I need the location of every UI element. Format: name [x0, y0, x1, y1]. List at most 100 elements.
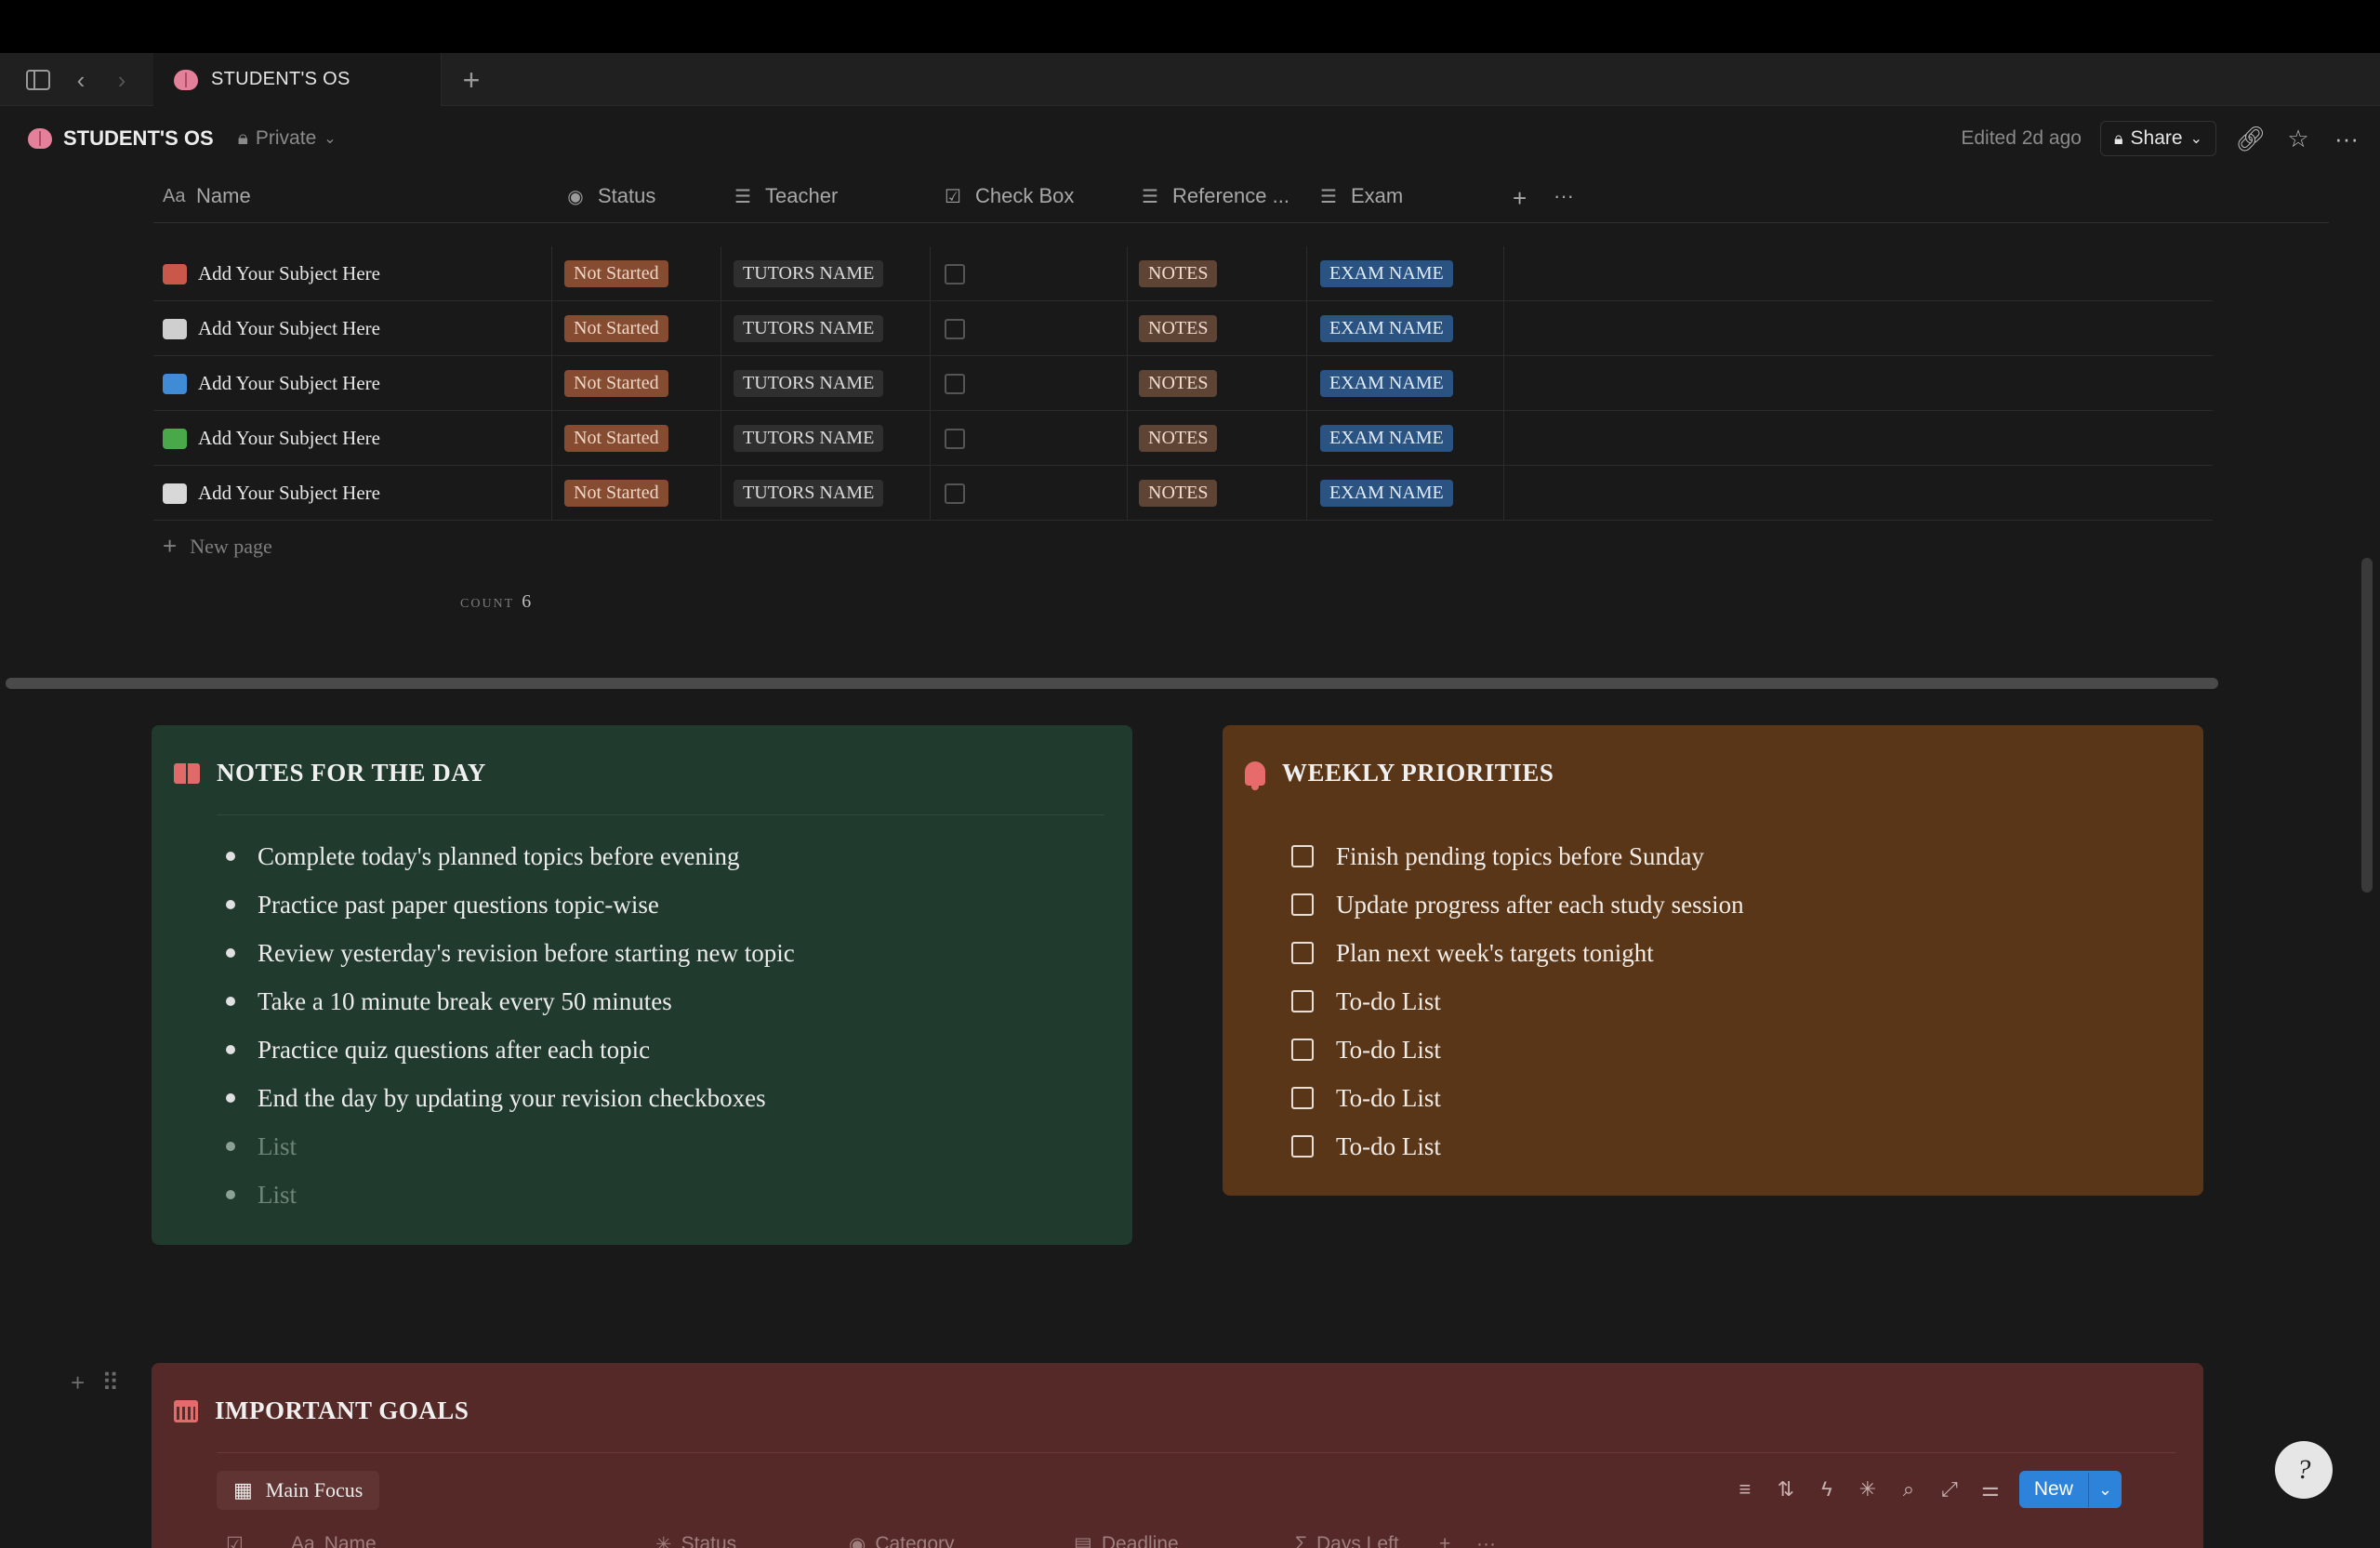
- note-item[interactable]: Take a 10 minute break every 50 minutes: [226, 977, 795, 1025]
- exam-cell[interactable]: EXAM NAME: [1320, 246, 1453, 301]
- chevron-down-icon[interactable]: ⌄: [2087, 1472, 2122, 1507]
- view-tab-main-focus[interactable]: ▦ Main Focus: [217, 1471, 380, 1510]
- status-cell[interactable]: Not Started: [564, 356, 668, 411]
- share-button[interactable]: 🔒︎ Share ⌄: [2099, 121, 2216, 156]
- teacher-cell[interactable]: TUTORS NAME: [734, 356, 884, 411]
- note-item[interactable]: Practice quiz questions after each topic: [226, 1025, 795, 1074]
- row-name-cell[interactable]: Add Your Subject Here: [163, 301, 380, 356]
- todo-item[interactable]: To-do List: [1291, 1122, 1744, 1171]
- search-icon[interactable]: ⌕: [1897, 1477, 1921, 1502]
- row-checkbox[interactable]: [945, 483, 965, 504]
- column-header-status[interactable]: ✳ Status: [655, 1533, 736, 1548]
- column-header-teacher[interactable]: ☰ Teacher: [732, 184, 838, 208]
- todo-checkbox[interactable]: [1291, 942, 1314, 964]
- row-checkbox[interactable]: [945, 318, 965, 339]
- new-tab-icon[interactable]: +: [457, 63, 485, 97]
- tab-students-os[interactable]: STUDENT'S OS: [153, 53, 442, 106]
- teacher-cell[interactable]: TUTORS NAME: [734, 246, 884, 301]
- new-page-button[interactable]: + New page: [163, 532, 272, 561]
- note-item[interactable]: End the day by updating your revision ch…: [226, 1074, 795, 1122]
- status-cell[interactable]: Not Started: [564, 466, 668, 521]
- horizontal-scrollbar[interactable]: [6, 678, 2218, 689]
- todo-item[interactable]: Update progress after each study session: [1291, 880, 1744, 929]
- exam-cell[interactable]: EXAM NAME: [1320, 466, 1453, 521]
- reference-cell[interactable]: NOTES: [1139, 301, 1218, 356]
- add-block-icon[interactable]: +: [71, 1369, 85, 1397]
- automation-icon[interactable]: ϟ: [1815, 1477, 1839, 1502]
- table-row[interactable]: Add Your Subject Here Not Started TUTORS N…: [153, 301, 2213, 356]
- status-cell[interactable]: Not Started: [564, 246, 668, 301]
- column-header-deadline[interactable]: ▤ Deadline: [1074, 1533, 1179, 1548]
- note-item[interactable]: Complete today's planned topics before e…: [226, 832, 795, 880]
- column-header-checkbox[interactable]: ☑ Check Box: [942, 184, 1074, 208]
- expand-icon[interactable]: ⤢: [1937, 1477, 1962, 1502]
- checkbox-cell[interactable]: [945, 356, 965, 411]
- todo-item[interactable]: To-do List: [1291, 977, 1744, 1025]
- reference-cell[interactable]: NOTES: [1139, 356, 1218, 411]
- page-title[interactable]: STUDENT'S OS: [63, 126, 214, 151]
- column-header-reference[interactable]: ☰ Reference ...: [1139, 184, 1289, 208]
- checkbox-column-icon[interactable]: ☑: [226, 1533, 244, 1548]
- checkbox-cell[interactable]: [945, 246, 965, 301]
- row-name-cell[interactable]: Add Your Subject Here: [163, 246, 380, 301]
- reference-cell[interactable]: NOTES: [1139, 246, 1218, 301]
- todo-checkbox[interactable]: [1291, 893, 1314, 916]
- todo-checkbox[interactable]: [1291, 1039, 1314, 1061]
- table-row[interactable]: Add Your Subject Here Not Started TUTORS N…: [153, 246, 2213, 301]
- checkbox-cell[interactable]: [945, 301, 965, 356]
- row-name-cell[interactable]: Add Your Subject Here: [163, 466, 380, 521]
- row-name-cell[interactable]: Add Your Subject Here: [163, 356, 380, 411]
- note-item[interactable]: Practice past paper questions topic-wise: [226, 880, 795, 929]
- todo-item[interactable]: To-do List: [1291, 1074, 1744, 1122]
- add-property-icon[interactable]: +: [1513, 184, 1527, 213]
- more-options-icon[interactable]: ···: [1554, 184, 1574, 208]
- row-checkbox[interactable]: [945, 428, 965, 449]
- todo-item[interactable]: Finish pending topics before Sunday: [1291, 832, 1744, 880]
- table-row[interactable]: Add Your Subject Here Not Started TUTORS N…: [153, 356, 2213, 411]
- add-property-icon[interactable]: +: [1439, 1533, 1450, 1548]
- note-item[interactable]: Review yesterday's revision before start…: [226, 929, 795, 977]
- todo-checkbox[interactable]: [1291, 845, 1314, 867]
- exam-cell[interactable]: EXAM NAME: [1320, 411, 1453, 466]
- link-icon[interactable]: 🔗︎: [2235, 125, 2266, 153]
- vertical-scrollbar[interactable]: [2361, 558, 2373, 893]
- checkbox-cell[interactable]: [945, 466, 965, 521]
- back-icon[interactable]: ‹: [67, 66, 95, 94]
- status-cell[interactable]: Not Started: [564, 411, 668, 466]
- new-entry-button[interactable]: New ⌄: [2018, 1471, 2122, 1508]
- row-checkbox[interactable]: [945, 373, 965, 394]
- todo-checkbox[interactable]: [1291, 1087, 1314, 1109]
- todo-checkbox[interactable]: [1291, 990, 1314, 1012]
- more-options-icon[interactable]: ···: [2332, 125, 2361, 153]
- star-icon[interactable]: ☆: [2283, 125, 2313, 153]
- reference-cell[interactable]: NOTES: [1139, 411, 1218, 466]
- teacher-cell[interactable]: TUTORS NAME: [734, 301, 884, 356]
- column-header-exam[interactable]: ☰ Exam: [1317, 184, 1403, 208]
- checkbox-cell[interactable]: [945, 411, 965, 466]
- row-checkbox[interactable]: [945, 263, 965, 284]
- column-header-name[interactable]: Aa Name: [291, 1533, 377, 1548]
- note-placeholder[interactable]: List: [226, 1122, 795, 1171]
- todo-item[interactable]: Plan next week's targets tonight: [1291, 929, 1744, 977]
- column-header-name[interactable]: Aa Name: [163, 184, 251, 208]
- table-row[interactable]: Add Your Subject Here Not Started TUTORS N…: [153, 411, 2213, 466]
- exam-cell[interactable]: EXAM NAME: [1320, 301, 1453, 356]
- drag-handle-icon[interactable]: ⠿: [101, 1369, 119, 1397]
- note-placeholder[interactable]: List: [226, 1171, 795, 1219]
- teacher-cell[interactable]: TUTORS NAME: [734, 466, 884, 521]
- todo-checkbox[interactable]: [1291, 1135, 1314, 1158]
- todo-item[interactable]: To-do List: [1291, 1025, 1744, 1074]
- exam-cell[interactable]: EXAM NAME: [1320, 356, 1453, 411]
- sort-icon[interactable]: ⇅: [1774, 1477, 1798, 1502]
- help-button[interactable]: ?: [2275, 1441, 2333, 1499]
- column-header-category[interactable]: ◉ Category: [849, 1533, 955, 1548]
- column-header-days-left[interactable]: Σ Days Left: [1295, 1533, 1399, 1548]
- table-row[interactable]: Add Your Subject Here Not Started TUTORS N…: [153, 466, 2213, 521]
- more-options-icon[interactable]: ···: [1476, 1533, 1496, 1548]
- sidebar-toggle-icon[interactable]: [24, 66, 52, 94]
- filter-icon[interactable]: ≡: [1733, 1477, 1757, 1502]
- forward-icon[interactable]: ›: [108, 66, 136, 94]
- privacy-selector[interactable]: 🔒︎ Private ⌄: [238, 127, 337, 150]
- customize-icon[interactable]: ✳: [1856, 1477, 1880, 1502]
- row-name-cell[interactable]: Add Your Subject Here: [163, 411, 380, 466]
